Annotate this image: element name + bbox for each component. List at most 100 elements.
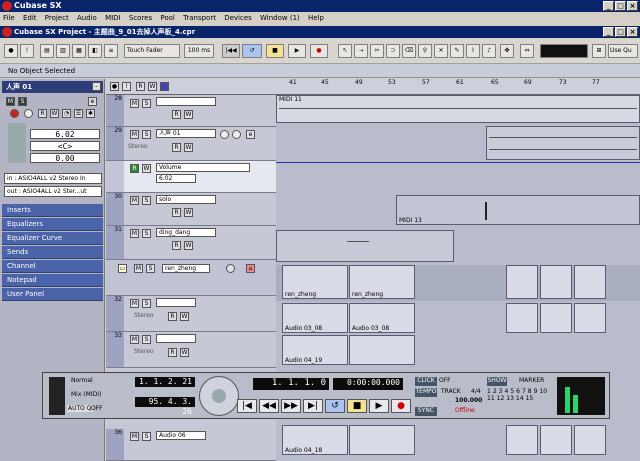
solo-button[interactable]: S (142, 196, 151, 205)
automation-value-field[interactable]: 6.02 (156, 174, 196, 183)
inspector-output-select[interactable]: out : ASIO4ALL v2 Ster...ut (4, 186, 102, 197)
inspector-freeze-icon[interactable]: ✱ (86, 109, 95, 118)
inspector-toggle[interactable]: ▤ (40, 44, 54, 58)
write-button[interactable]: W (184, 110, 193, 119)
write-button[interactable]: W (180, 348, 189, 357)
inspector-lock-icon[interactable]: ◔ (62, 109, 71, 118)
object-select-tool[interactable]: ↖ (338, 44, 352, 58)
left-locator-display[interactable]: 1. 1. 2. 21 (135, 377, 195, 387)
quantize-icon[interactable]: ⊞ (592, 44, 606, 58)
track-29[interactable]: 29 M S 人声 01 Stereo R W e (106, 127, 276, 161)
write-button[interactable]: W (180, 312, 189, 321)
midi-part[interactable]: MIDI 11 (276, 95, 640, 123)
inspector-input-select[interactable]: in : ASIO4ALL v2 Stereo In (4, 173, 102, 184)
mute-button[interactable]: M (130, 229, 139, 238)
inspector-section-equalizers[interactable]: Equalizers (2, 218, 103, 231)
mute-button[interactable]: M (130, 335, 139, 344)
track-header-mute-icon[interactable]: ! (122, 82, 131, 91)
read-button[interactable]: R (172, 110, 181, 119)
menu-file[interactable]: File (3, 14, 15, 22)
record-button[interactable]: ● (310, 44, 328, 58)
track-32[interactable]: 32 M S Stereo R W (106, 296, 276, 332)
track-33[interactable]: 33 M S Stereo R W (106, 332, 276, 368)
audio-event[interactable] (506, 425, 538, 455)
close-button[interactable]: × (627, 1, 638, 11)
inspector-mute-button[interactable]: M (6, 97, 15, 106)
cycle-button[interactable]: ↺ (242, 44, 262, 58)
mute-button[interactable]: M (130, 196, 139, 205)
track-name[interactable]: ren_zheng (162, 264, 210, 273)
track-name[interactable] (156, 97, 216, 106)
project-maximize-button[interactable]: □ (615, 27, 626, 37)
menu-devices[interactable]: Devices (224, 14, 252, 22)
goto-start-button[interactable]: |◀◀ (222, 44, 240, 58)
menu-pool[interactable]: Pool (160, 14, 174, 22)
read-button[interactable]: R (168, 348, 177, 357)
pool-button[interactable]: ◧ (88, 44, 102, 58)
marker-13-button[interactable]: 13 (506, 395, 514, 402)
mute-button[interactable]: M (130, 432, 139, 441)
menu-scores[interactable]: Scores (129, 14, 152, 22)
write-automation-button[interactable]: W (142, 164, 151, 173)
folder-part[interactable] (574, 265, 606, 299)
forward-button[interactable]: ▶▶ (281, 399, 301, 413)
audio-event[interactable]: Audio 03_08 (282, 303, 348, 333)
inspector-track-name[interactable]: 人声 01 (2, 81, 103, 93)
track-name[interactable] (156, 298, 196, 307)
color-tool[interactable]: ✤ (500, 44, 514, 58)
solo-button[interactable]: S (142, 229, 151, 238)
marker-1-button[interactable]: 1 (487, 388, 491, 395)
solo-defeat-button[interactable]: ● (4, 44, 18, 58)
audio-event[interactable]: Audio 04_18 (282, 425, 348, 455)
inspector-section-user-panel[interactable]: User Panel (2, 288, 103, 301)
menu-help[interactable]: Help (308, 14, 324, 22)
cycle-record-mode-select[interactable]: Mix (MIDI) (71, 391, 101, 398)
folder-record-button[interactable] (226, 264, 235, 273)
track-28[interactable]: 28 M S R W (106, 95, 276, 127)
mute-button[interactable]: M (130, 99, 139, 108)
secondary-time-display[interactable]: 0:00:00.000 (333, 378, 403, 390)
solo-button[interactable]: S (146, 264, 155, 273)
mute-button[interactable]: M (130, 299, 139, 308)
inspector-section-sends[interactable]: Sends (2, 246, 103, 259)
menu-transport[interactable]: Transport (183, 14, 216, 22)
solo-button[interactable]: S (142, 335, 151, 344)
goto-end-button[interactable]: ▶| (303, 399, 323, 413)
record-enable-button[interactable] (220, 130, 229, 139)
audio-event[interactable] (540, 303, 572, 333)
inspector-pan-field[interactable]: <C> (30, 141, 100, 151)
inspector-collapse-icon[interactable]: - (92, 82, 101, 91)
inspector-solo-button[interactable]: S (18, 97, 27, 106)
inspector-monitor-button[interactable] (24, 109, 33, 118)
inspector-section-notepad[interactable]: Notepad (2, 274, 103, 287)
folder-part[interactable]: ren_zheng (349, 265, 415, 299)
track-header-solo-icon[interactable]: ● (110, 82, 119, 91)
solo-button[interactable]: S (142, 99, 151, 108)
automation-parameter-select[interactable]: Volume (156, 163, 250, 172)
mute-defeat-button[interactable]: ! (20, 44, 34, 58)
marker-4-button[interactable]: 4 (504, 388, 508, 395)
mute-tool[interactable]: ✕ (434, 44, 448, 58)
time-signature[interactable]: 4/4 (471, 388, 481, 395)
track-31[interactable]: 31 M S ding_dang R W (106, 226, 276, 260)
audio-event[interactable] (486, 126, 640, 160)
record-mode-select[interactable]: Normal (71, 377, 93, 384)
folder-part[interactable] (506, 265, 538, 299)
marker-12-button[interactable]: 12 (497, 395, 505, 402)
solo-button[interactable]: S (142, 432, 151, 441)
monitor-button[interactable] (232, 130, 241, 139)
marker-9-button[interactable]: 9 (534, 388, 538, 395)
track-30[interactable]: 30 M S solo R W (106, 193, 276, 226)
read-button[interactable]: R (172, 241, 181, 250)
tempo-value[interactable]: 100.000 (455, 397, 482, 404)
auto-quantize-button[interactable]: AUTO Q (67, 405, 93, 412)
marker-3-button[interactable]: 3 (499, 388, 503, 395)
track-name[interactable] (156, 334, 196, 343)
split-tool[interactable]: ✂ (370, 44, 384, 58)
folder-track[interactable]: ▭ M S ren_zheng ⌂ (106, 260, 276, 296)
audio-event[interactable] (349, 335, 415, 365)
jog-shuttle-wheel[interactable] (199, 376, 239, 416)
inspector-section-channel[interactable]: Channel (2, 260, 103, 273)
sync-button[interactable]: SYNC (415, 407, 437, 416)
overview-toggle[interactable]: ▦ (72, 44, 86, 58)
